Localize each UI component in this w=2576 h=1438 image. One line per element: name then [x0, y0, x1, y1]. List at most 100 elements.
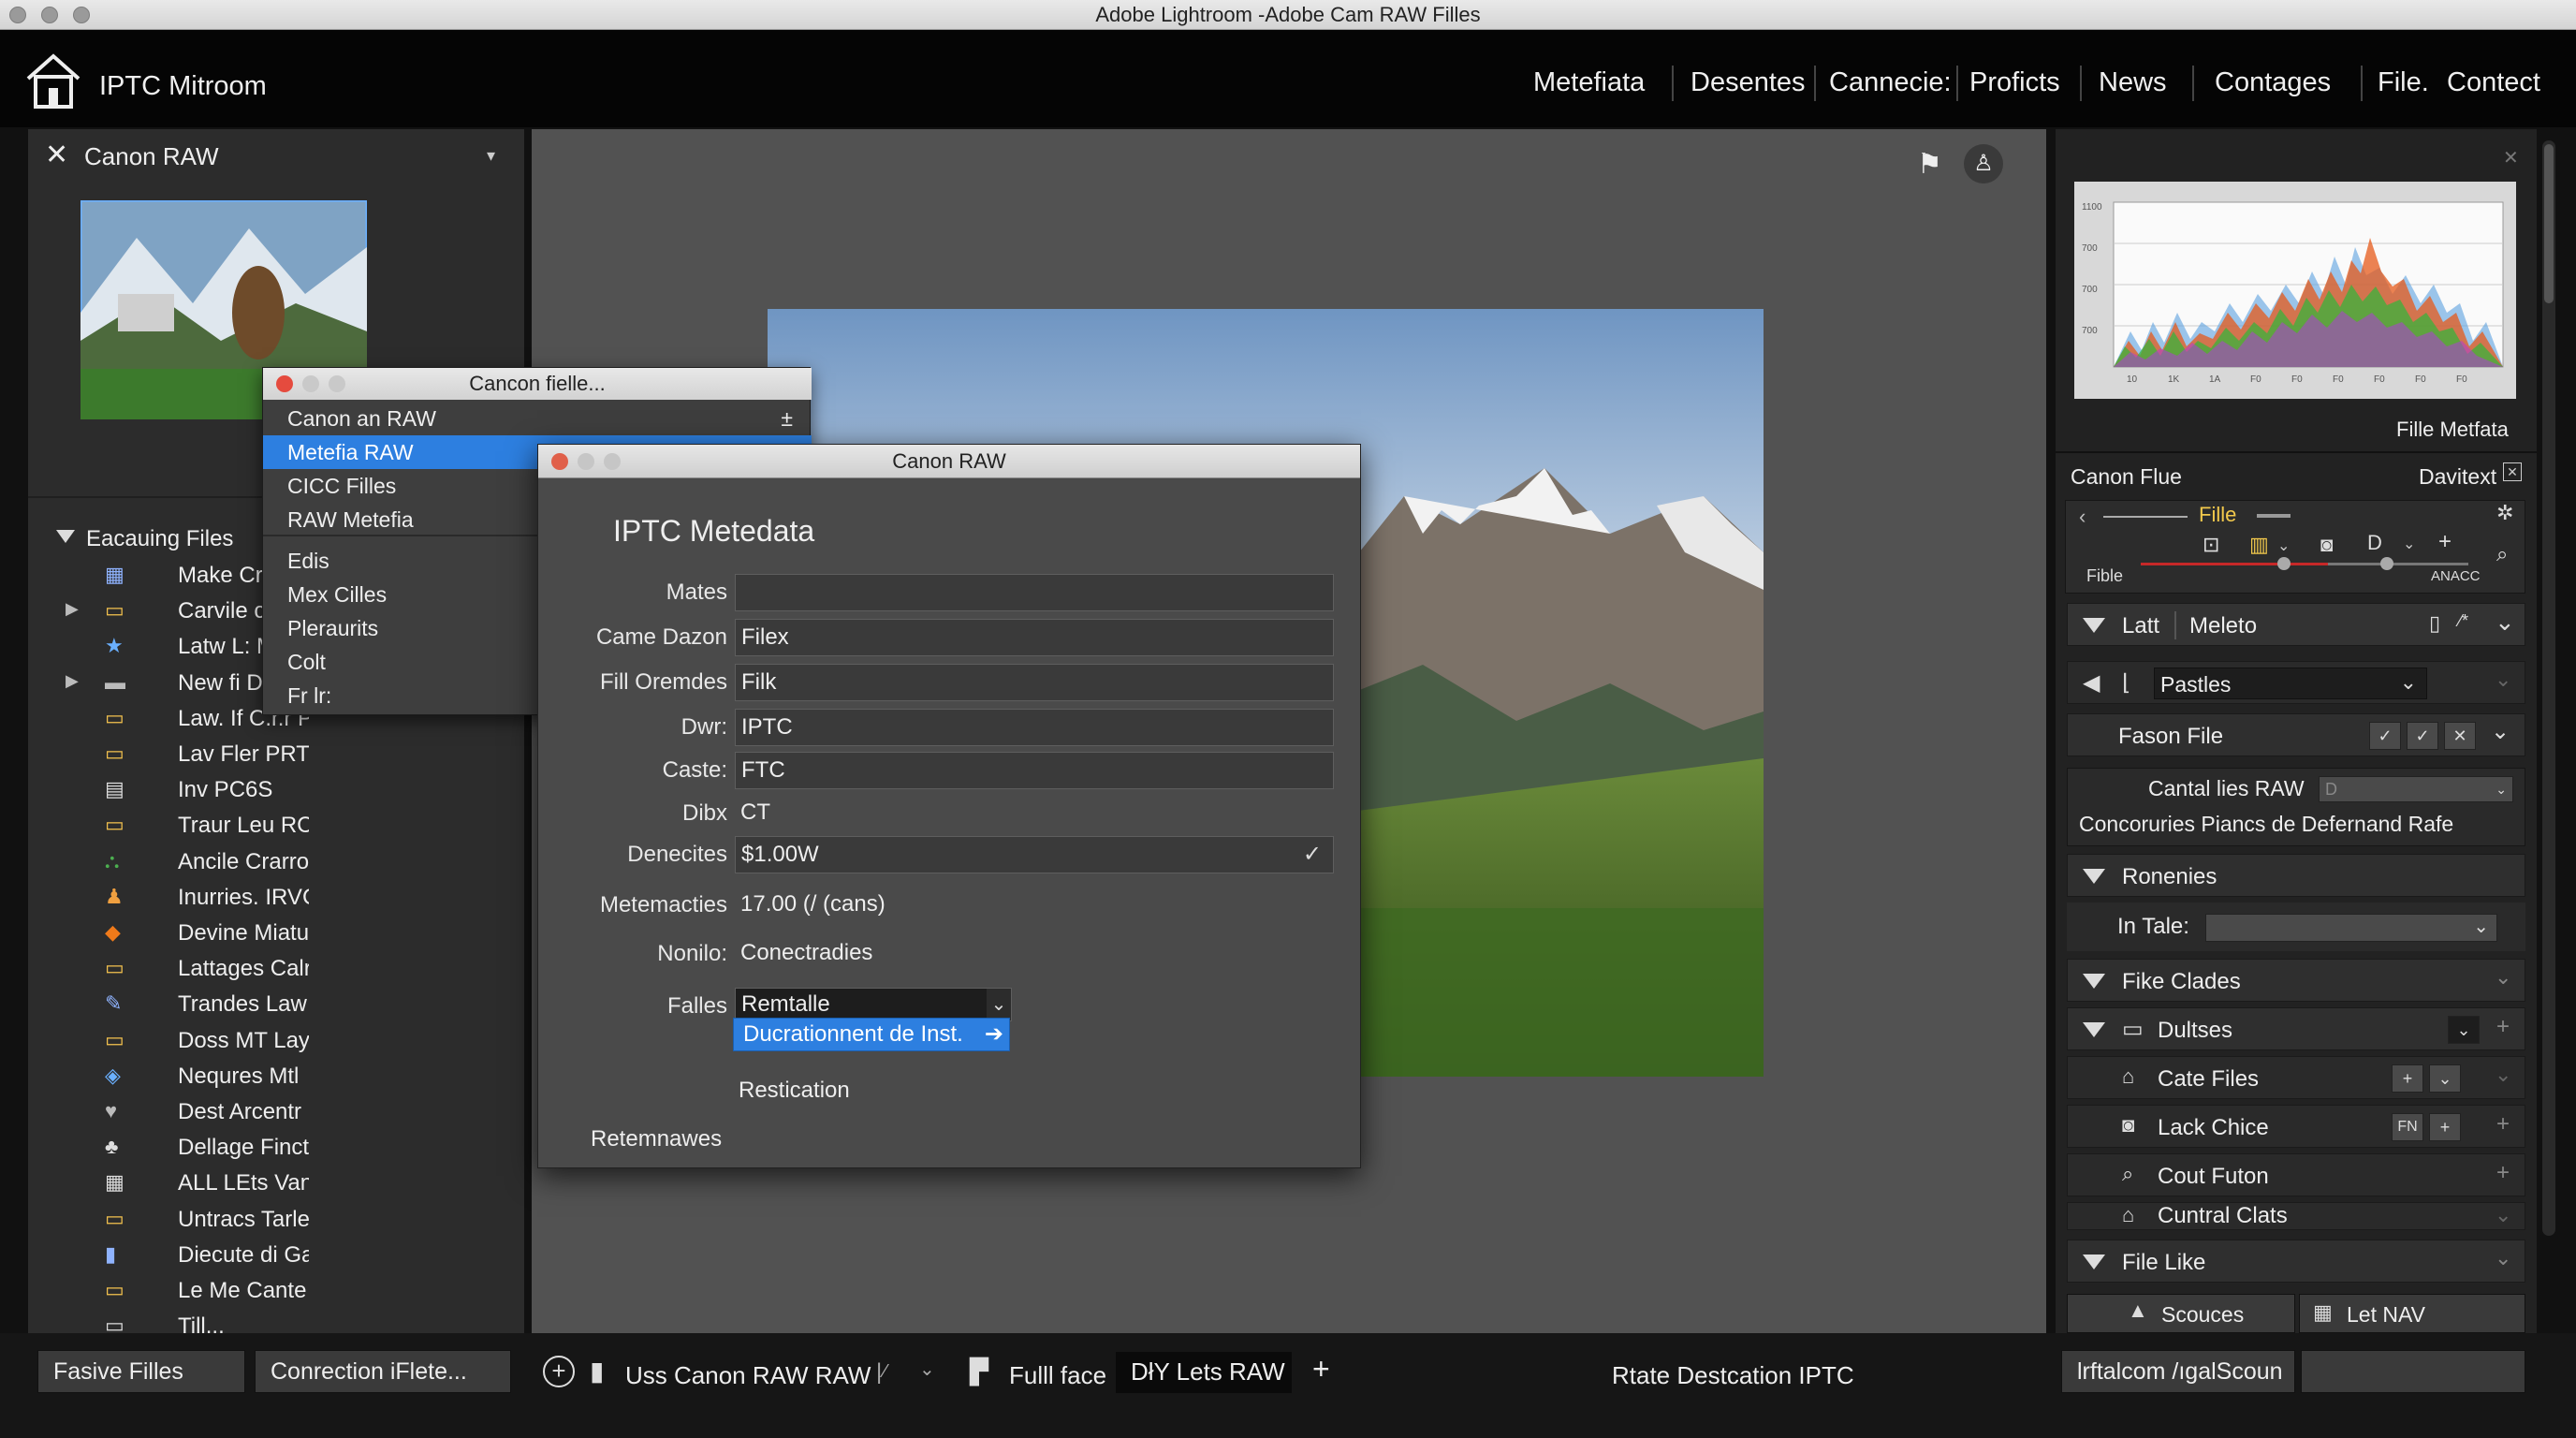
- add-button[interactable]: +: [2392, 1064, 2423, 1093]
- metadata-field[interactable]: [735, 574, 1334, 611]
- add-button[interactable]: +: [2429, 1113, 2461, 1141]
- chevron-down-icon[interactable]: ⌄: [919, 1357, 935, 1381]
- tree-item[interactable]: ▭ Lav Fler PRTV: [28, 737, 309, 772]
- menu-item[interactable]: Canon an RAW ±: [263, 402, 812, 435]
- action-button[interactable]: Ducrationnent de Inst. ➔: [733, 1018, 1010, 1051]
- expand-arrow-icon[interactable]: ▶: [66, 671, 79, 691]
- let-nav-button[interactable]: ▦ Let NAV: [2299, 1294, 2525, 1333]
- chevron-down-icon[interactable]: ▾: [487, 146, 495, 166]
- nav-item-metefiata[interactable]: Metefiata: [1533, 67, 1645, 98]
- user-icon[interactable]: ♙: [1964, 144, 2003, 183]
- nav-item-file[interactable]: File.: [2378, 67, 2429, 98]
- metadata-field[interactable]: $1.00W ✓: [735, 836, 1334, 873]
- fn-badge[interactable]: FN: [2392, 1113, 2423, 1141]
- tree-item[interactable]: ▭ Doss MT Lay: [28, 1023, 309, 1059]
- close-window-button[interactable]: [276, 375, 293, 392]
- shape-icon[interactable]: D: [2367, 531, 2382, 555]
- nav-item-contages[interactable]: Contages: [2215, 67, 2331, 98]
- chevron-down-icon[interactable]: ⌄: [2495, 1203, 2511, 1227]
- close-icon[interactable]: ✕: [2503, 462, 2522, 481]
- lack-chice-row[interactable]: ◙ Lack Chice FN + +: [2067, 1105, 2525, 1148]
- wand-icon[interactable]: ⁄*: [2459, 611, 2468, 631]
- tree-item[interactable]: ▮ Diecute di Gaugle: [28, 1238, 309, 1273]
- slider-handle[interactable]: [2380, 557, 2393, 570]
- scrollbar-thumb[interactable]: [2544, 144, 2554, 303]
- metadata-field[interactable]: Filk: [735, 664, 1334, 701]
- grid-icon[interactable]: ▥: [2249, 533, 2269, 557]
- tree-item[interactable]: ▭ Le Me Cante: [28, 1273, 309, 1309]
- full-face-label[interactable]: Fulll face: [1009, 1361, 1106, 1390]
- chevron-down-icon[interactable]: ⌄: [2491, 718, 2510, 745]
- falles-select[interactable]: Remtalle ⌄: [735, 988, 1012, 1021]
- cate-files-row[interactable]: ⌂ Cate Files + ⌄ ⌄: [2067, 1056, 2525, 1099]
- scouces-button[interactable]: ▲ Scouces: [2067, 1294, 2295, 1333]
- search-field[interactable]: lrftalcom /ıgalScoun: [2061, 1350, 2295, 1393]
- add-icon[interactable]: +: [2496, 1160, 2510, 1186]
- metadata-field[interactable]: Filex: [735, 619, 1334, 656]
- chevron-down-icon[interactable]: ⌄: [2277, 536, 2290, 555]
- tree-item[interactable]: ◆ Devine Miatu: [28, 916, 309, 951]
- tree-item[interactable]: ▭ Untracs Tarles: [28, 1202, 309, 1238]
- slider-handle[interactable]: [2277, 557, 2291, 570]
- restication-label[interactable]: Restication: [739, 1078, 850, 1104]
- pastles-select[interactable]: Pastles ⌄: [2154, 668, 2427, 699]
- nav-item-cannecie[interactable]: Cannecie:: [1829, 67, 1952, 98]
- check-button[interactable]: ✓: [2369, 722, 2401, 750]
- expand-triangle-icon[interactable]: [2083, 1255, 2105, 1269]
- tree-item[interactable]: ⛬ Ancile Crarro: [28, 844, 309, 880]
- expand-triangle-icon[interactable]: [2083, 974, 2105, 989]
- empty-field[interactable]: [2301, 1350, 2525, 1393]
- cout-futon-row[interactable]: ⌕ Cout Futon +: [2067, 1153, 2525, 1196]
- expand-arrow-icon[interactable]: ▶: [66, 599, 79, 619]
- tree-item[interactable]: ▭ Lattages Calr: [28, 951, 309, 987]
- home-icon[interactable]: [22, 51, 84, 110]
- minimize-dialog-button[interactable]: [578, 453, 594, 470]
- close-icon[interactable]: ✕: [2503, 146, 2519, 169]
- expand-triangle-icon[interactable]: [2083, 618, 2105, 633]
- expand-triangle-icon[interactable]: [2083, 869, 2105, 884]
- file-like-row[interactable]: File Like ⌄: [2067, 1240, 2525, 1283]
- cantal-select[interactable]: D ⌄: [2319, 776, 2513, 802]
- chevron-down-button[interactable]: ⌄: [2429, 1064, 2461, 1093]
- fike-clades-row[interactable]: Fike Clades ⌄: [2067, 959, 2525, 1002]
- close-dialog-button[interactable]: [551, 453, 568, 470]
- fasive-filles-button[interactable]: Fasive Filles: [37, 1350, 245, 1393]
- expand-triangle-icon[interactable]: [2083, 1022, 2105, 1037]
- tree-item[interactable]: ♥ Dest Arcentr: [28, 1094, 309, 1130]
- chevron-down-icon[interactable]: ⌄: [2495, 608, 2515, 637]
- cuntral-clats-row[interactable]: ⌂ Cuntral Clats ⌄: [2067, 1202, 2525, 1230]
- maximize-window-button[interactable]: [329, 375, 345, 392]
- close-icon[interactable]: ✕: [45, 139, 68, 171]
- latt-row[interactable]: Latt Meleto ▯ ⁄* ⌄: [2067, 603, 2525, 646]
- chevron-down-icon[interactable]: ⌄: [2495, 965, 2511, 990]
- right-scrollbar[interactable]: [2542, 140, 2555, 1236]
- tree-item[interactable]: ▭ Traur Leu RCL: [28, 808, 309, 844]
- camera-icon[interactable]: ◙: [2320, 533, 2333, 557]
- metadata-field[interactable]: IPTC: [735, 709, 1334, 746]
- add-icon[interactable]: +: [1312, 1352, 1330, 1387]
- zoom-dialog-button[interactable]: [604, 453, 621, 470]
- in-tale-select[interactable]: ⌄: [2205, 914, 2497, 942]
- add-icon[interactable]: +: [2496, 1014, 2510, 1040]
- tree-item[interactable]: ♣ Dellage Finctes Like: [28, 1130, 309, 1166]
- nav-item-proficts[interactable]: Proficts: [1969, 67, 2060, 98]
- check-button[interactable]: ✓: [2407, 722, 2438, 750]
- nav-item-news[interactable]: News: [2099, 67, 2167, 98]
- center-label[interactable]: Uss Canon RAW RAW: [625, 1361, 871, 1390]
- edit-icon[interactable]: ⊡: [2203, 533, 2219, 557]
- flag-icon[interactable]: ⚑: [1917, 148, 1942, 181]
- add-icon[interactable]: +: [2496, 1111, 2510, 1137]
- chevron-down-icon[interactable]: ⌄: [2403, 535, 2415, 553]
- cancel-button[interactable]: ✕: [2444, 722, 2476, 750]
- tree-item[interactable]: ▦ ALL LEts Vanible: [28, 1166, 309, 1201]
- ronenies-row[interactable]: Ronenies: [2067, 854, 2525, 897]
- tree-item[interactable]: ✎ Trandes Law: [28, 987, 309, 1022]
- add-icon[interactable]: +: [2438, 529, 2452, 555]
- red-slider[interactable]: [2141, 563, 2328, 565]
- chevron-down-icon[interactable]: ⌄: [2495, 668, 2511, 692]
- play-left-icon[interactable]: ◀: [2083, 669, 2100, 697]
- chevron-down-button[interactable]: ⌄: [2448, 1016, 2480, 1044]
- search-icon[interactable]: ⌕: [2496, 542, 2508, 566]
- tree-item[interactable]: ▤ Inv PC6S: [28, 772, 309, 808]
- dky-button[interactable]: DłY Lets RAW: [1116, 1352, 1292, 1393]
